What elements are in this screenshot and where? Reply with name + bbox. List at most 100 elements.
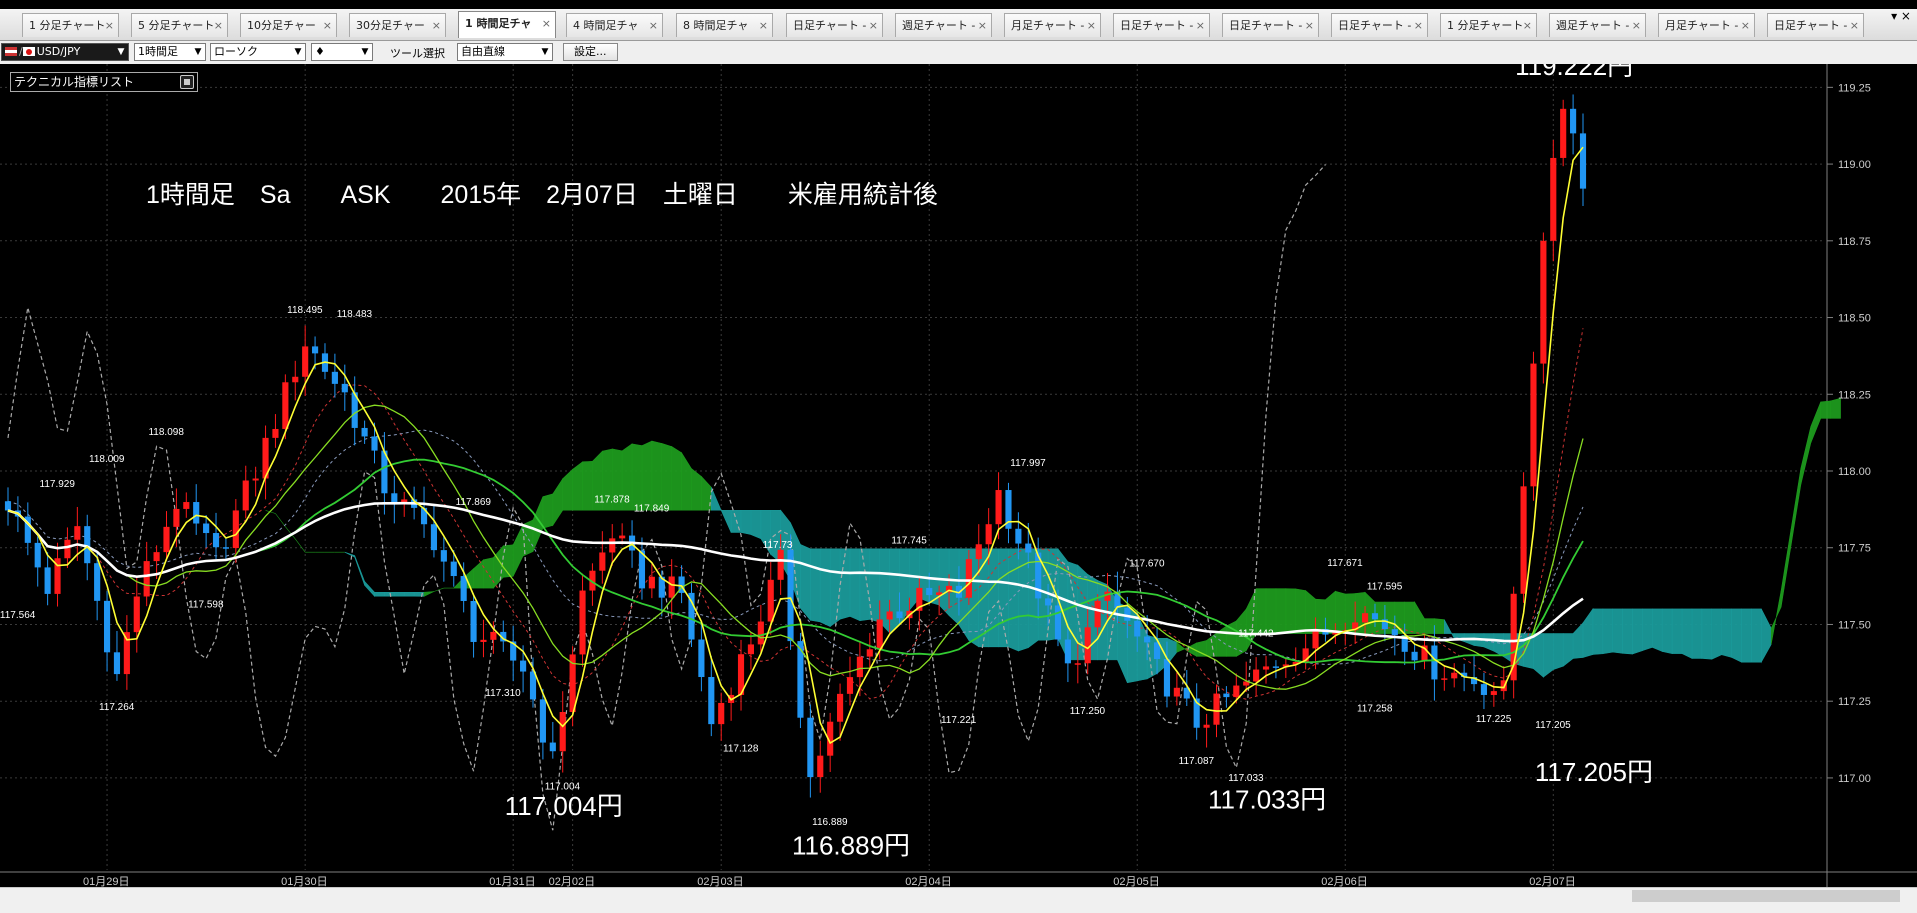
tab-15[interactable]: 週足チャート - ×: [1549, 13, 1646, 37]
candle: [1441, 665, 1448, 691]
tab-label: 8 時間足チャ: [683, 19, 749, 32]
price-chart[interactable]: 118.495 118.483 118.098 118.009 117.929 117.5…: [0, 64, 1917, 887]
cloud-segment: [1414, 600, 1425, 634]
cloud-segment: [1671, 608, 1683, 654]
close-icon[interactable]: ×: [105, 14, 114, 37]
cloud-segment: [1424, 618, 1435, 634]
tab-8[interactable]: 日足チャート - ×: [786, 13, 883, 37]
tab-14[interactable]: 1 分足チャート ×: [1440, 13, 1537, 37]
tab-9[interactable]: 週足チャート - ×: [895, 13, 992, 37]
candle: [193, 484, 200, 535]
candle: [1272, 660, 1279, 679]
close-icon[interactable]: ×: [1523, 14, 1532, 37]
tab-2[interactable]: 5 分足チャート ×: [131, 13, 228, 37]
cloud-segment: [1196, 640, 1207, 657]
tab-3[interactable]: 10分足チャー ×: [240, 13, 337, 37]
candle: [262, 425, 269, 500]
candle: [718, 692, 725, 741]
cloud-segment: [691, 468, 702, 511]
close-icon[interactable]: ×: [1632, 14, 1641, 37]
close-icon[interactable]: ×: [869, 14, 878, 37]
cloud-segment: [661, 443, 672, 511]
cloud-segment: [1216, 625, 1227, 657]
cloud-segment: [1800, 426, 1812, 485]
cloud-segment: [1285, 588, 1297, 634]
tab-controls[interactable]: ▾ ×: [1891, 9, 1911, 23]
horizontal-scrollbar[interactable]: [0, 887, 1917, 904]
close-icon[interactable]: ×: [542, 12, 551, 35]
tab-4[interactable]: 30分足チャー ×: [349, 13, 446, 37]
close-icon[interactable]: ×: [1414, 14, 1423, 37]
candle: [272, 414, 279, 448]
candle: [460, 562, 467, 613]
x-date-label: 01月30日: [281, 876, 327, 887]
cloud-segment: [750, 509, 762, 540]
candle: [44, 552, 51, 606]
cloud-segment: [1751, 608, 1762, 663]
close-icon[interactable]: ×: [1087, 14, 1096, 37]
scrollbar-thumb[interactable]: [1632, 890, 1900, 902]
cloud-segment: [711, 487, 722, 511]
chart-style-select[interactable]: ローソク ▼: [210, 43, 306, 61]
tab-13[interactable]: 日足チャート - ×: [1331, 13, 1428, 37]
candle: [212, 512, 220, 559]
candle: [321, 343, 329, 380]
close-icon[interactable]: ×: [1305, 14, 1314, 37]
cloud-segment: [1642, 608, 1653, 652]
cloud-segment: [800, 544, 811, 622]
chevron-down-icon: ▼: [541, 47, 549, 57]
tab-10[interactable]: 月足チャート - ×: [1004, 13, 1101, 37]
chevron-down-icon: ▼: [117, 47, 125, 57]
candle-price-label: 118.098: [148, 427, 184, 438]
tab-6[interactable]: 4 時間足チャ ×: [566, 13, 663, 37]
tab-11[interactable]: 日足チャート - ×: [1113, 13, 1210, 37]
close-icon[interactable]: ×: [432, 14, 441, 37]
timeframe-select[interactable]: 1時間足 ▼: [134, 43, 206, 61]
cloud-segment: [1255, 588, 1267, 634]
tab-17[interactable]: 日足チャート - ×: [1767, 13, 1864, 37]
technical-indicator-list[interactable]: テクニカル指標リスト: [10, 72, 198, 92]
cloud-segment: [631, 443, 643, 511]
close-icon[interactable]: ×: [1196, 14, 1205, 37]
symbol-select[interactable]: / USD/JPY ▼: [1, 43, 129, 61]
marker-value: ♦: [315, 45, 325, 58]
close-icon[interactable]: ×: [1850, 14, 1859, 37]
y-tick-label: 119.25: [1838, 82, 1871, 94]
cloud-segment: [1325, 590, 1336, 634]
close-icon[interactable]: ×: [649, 14, 658, 37]
y-tick-label: 117.50: [1838, 619, 1871, 631]
candle: [1411, 644, 1418, 670]
candle: [708, 655, 715, 737]
cloud-segment: [1761, 608, 1772, 664]
candle: [846, 656, 854, 706]
candle-price-label: 117.849: [634, 503, 670, 514]
candle-price-label: 117.128: [723, 744, 759, 755]
close-icon[interactable]: ×: [978, 14, 987, 37]
tool-select[interactable]: 自由直線 ▼: [457, 43, 553, 61]
marker-select[interactable]: ♦ ▼: [311, 43, 373, 61]
ma-yellow-line: [7, 146, 1584, 745]
candle: [331, 353, 338, 398]
candle: [1530, 351, 1537, 501]
tab-16[interactable]: 月足チャート - ×: [1658, 13, 1755, 37]
candle: [1550, 139, 1557, 262]
candle-price-label: 117.929: [40, 479, 76, 490]
tab-5[interactable]: 1 時間足チャ ×: [458, 11, 556, 38]
cloud-segment: [681, 451, 692, 511]
candle: [103, 591, 111, 672]
close-icon[interactable]: ×: [323, 14, 332, 37]
candle: [341, 364, 348, 411]
settings-button[interactable]: 設定...: [563, 43, 618, 61]
restore-window-icon[interactable]: [180, 75, 194, 89]
candle: [242, 465, 249, 519]
tab-12[interactable]: 日足チャート - ×: [1222, 13, 1319, 37]
close-icon[interactable]: ×: [214, 14, 223, 37]
tab-7[interactable]: 8 時間足チャ ×: [676, 13, 773, 37]
close-icon[interactable]: ×: [1741, 14, 1750, 37]
y-tick-label: 118.00: [1838, 466, 1871, 478]
close-icon[interactable]: ×: [759, 14, 768, 37]
cloud-segment: [859, 548, 871, 622]
tab-label: 月足チャート -: [1011, 19, 1085, 32]
tab-label: 1 分足チャート: [1447, 19, 1524, 32]
tab-1[interactable]: 1 分足チャート ×: [22, 13, 119, 37]
